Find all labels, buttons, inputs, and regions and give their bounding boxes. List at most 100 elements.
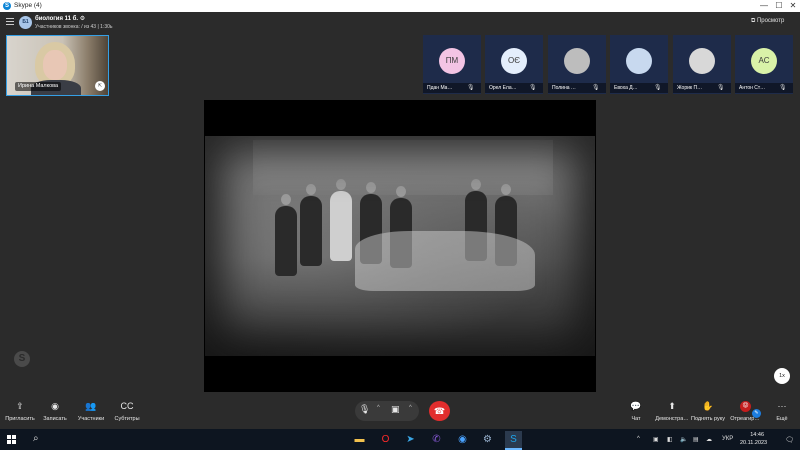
control-label: Субтитры bbox=[114, 416, 140, 422]
group-avatar[interactable]: Б1 bbox=[19, 16, 32, 29]
camera-options-chevron-icon[interactable]: ^ bbox=[409, 405, 412, 411]
microphone-icon: 🎙 bbox=[717, 85, 725, 91]
participant-tile[interactable]: ПМ Пдан Ма… 🎙 bbox=[423, 35, 481, 94]
self-video-tile[interactable]: Ирина Малкова ⇱ bbox=[6, 35, 109, 96]
participant-name-bar: Полина … 🎙 bbox=[548, 83, 606, 93]
participants-icon: 👥 bbox=[85, 401, 97, 411]
network-icon[interactable]: ▤ bbox=[693, 436, 699, 443]
picture-in-picture-icon[interactable]: ⇱ bbox=[95, 81, 105, 91]
call-subtitle: Участников звонка: / из 43 | 1:30ь bbox=[35, 24, 113, 30]
participant-name: Орел Ела… bbox=[489, 85, 517, 91]
more-button[interactable]: ··· Ещё bbox=[764, 401, 800, 422]
search-icon[interactable]: ⌕ bbox=[33, 433, 39, 444]
participant-name-bar: Антон Ст… 🎙 bbox=[735, 83, 793, 93]
invite-button[interactable]: ⇪ Пригласить bbox=[2, 401, 38, 422]
window-titlebar: S Skype (4) — ☐ ✕ bbox=[0, 0, 800, 12]
control-label: Пригласить bbox=[5, 416, 35, 422]
skype-watermark-icon: S bbox=[14, 351, 30, 367]
control-label: Ещё bbox=[776, 416, 788, 422]
more-icon: ··· bbox=[777, 401, 787, 411]
participant-name-bar: Жорик П… 🎙 bbox=[673, 83, 731, 93]
window-title: Skype (4) bbox=[14, 2, 42, 9]
participant-avatar bbox=[564, 48, 590, 74]
participant-name: Антон Ст… bbox=[739, 85, 766, 91]
taskbar-telegram-icon[interactable]: ➤ bbox=[402, 431, 419, 448]
participant-name-bar: Пдан Ма… 🎙 bbox=[423, 83, 481, 93]
tray-app-icon[interactable]: ▣ bbox=[653, 436, 659, 443]
participant-avatar: ПМ bbox=[439, 48, 465, 74]
chat-button[interactable]: 💬 Чат bbox=[618, 401, 654, 422]
reaction-emoji-icon[interactable]: 😡 bbox=[740, 401, 751, 412]
video-vignette bbox=[205, 136, 595, 356]
participant-avatar: АС bbox=[751, 48, 777, 74]
participant-name-bar: Орел Ела… 🎙 bbox=[485, 83, 543, 93]
taskbar-steam-icon[interactable]: ⚙ bbox=[479, 431, 496, 448]
mute-microphone-button[interactable]: 🎙 bbox=[359, 404, 370, 415]
share-button[interactable]: ⬆ Демонстра… bbox=[654, 401, 690, 422]
participant-tile[interactable]: Евоха Д… 🎙 bbox=[610, 35, 668, 94]
record-icon: ◉ bbox=[51, 401, 59, 411]
participant-name: Пдан Ма… bbox=[427, 85, 453, 91]
reaction-badge-icon: ✎ bbox=[752, 409, 761, 418]
microphone-icon: 🎙 bbox=[654, 85, 662, 91]
clock-date[interactable]: 20.11.2023 bbox=[740, 440, 767, 446]
microphone-icon: 🎙 bbox=[529, 85, 537, 91]
speaker-icon[interactable]: 🔈 bbox=[680, 436, 687, 443]
keyboard-language[interactable]: УКР bbox=[722, 436, 733, 442]
chat-icon: 💬 bbox=[630, 401, 642, 411]
microphone-icon: 🎙 bbox=[592, 85, 600, 91]
participant-tile[interactable]: Полина … 🎙 bbox=[548, 35, 606, 94]
raise-hand-icon: ✋ bbox=[702, 401, 714, 411]
close-button[interactable]: ✕ bbox=[786, 0, 800, 12]
tray-app-icon[interactable]: ◧ bbox=[667, 436, 673, 443]
participants-button[interactable]: 👥 Участники bbox=[73, 401, 109, 422]
participant-tile[interactable]: Жорик П… 🎙 bbox=[673, 35, 731, 94]
subtitles-icon: CC bbox=[120, 401, 134, 411]
menu-icon[interactable] bbox=[6, 18, 14, 27]
participant-name: Полина … bbox=[552, 85, 576, 91]
share-icon: ⬆ bbox=[668, 401, 676, 411]
participant-avatar bbox=[626, 48, 652, 74]
participant-avatar bbox=[689, 48, 715, 74]
taskbar-explorer-icon[interactable]: ▬ bbox=[351, 431, 368, 448]
participant-name: Жорик П… bbox=[677, 85, 703, 91]
camera-toggle-button[interactable]: ▣ bbox=[391, 404, 400, 415]
maximize-button[interactable]: ☐ bbox=[772, 0, 786, 12]
record-button[interactable]: ◉ Записать bbox=[37, 401, 73, 422]
notification-icon[interactable]: 🗨 bbox=[785, 436, 794, 444]
taskbar-skype-icon[interactable]: S bbox=[505, 431, 522, 450]
self-video-person-face bbox=[43, 50, 67, 80]
taskbar-viber-icon[interactable]: ✆ bbox=[428, 431, 445, 448]
participant-tile[interactable]: ОЄ Орел Ела… 🎙 bbox=[485, 35, 543, 94]
subtitles-button[interactable]: CC Субтитры bbox=[109, 401, 145, 422]
raise-hand-button[interactable]: ✋ Поднять руку bbox=[690, 401, 726, 422]
call-header bbox=[0, 12, 800, 34]
hang-up-button[interactable]: ☎ bbox=[429, 401, 450, 421]
call-title[interactable]: биология 11 б. ⚙ bbox=[35, 15, 85, 22]
cloud-icon[interactable]: ☁ bbox=[706, 436, 712, 443]
mic-options-chevron-icon[interactable]: ^ bbox=[377, 405, 380, 411]
playback-speed-button[interactable]: 1x bbox=[774, 368, 790, 384]
control-label: Поднять руку bbox=[691, 416, 725, 422]
preview-button[interactable]: ⧉ Просмотр bbox=[751, 18, 784, 25]
participant-name: Евоха Д… bbox=[614, 85, 638, 91]
taskbar-chrome-icon[interactable]: ◉ bbox=[454, 431, 471, 448]
participant-name-bar: Евоха Д… 🎙 bbox=[610, 83, 668, 93]
control-label: Записать bbox=[43, 416, 67, 422]
microphone-icon: 🎙 bbox=[467, 85, 475, 91]
control-label: Участники bbox=[77, 416, 105, 422]
participant-tile[interactable]: АС Антон Ст… 🎙 bbox=[735, 35, 793, 94]
windows-start-icon[interactable] bbox=[7, 435, 17, 445]
tray-chevron-icon[interactable]: ^ bbox=[637, 436, 640, 442]
control-label: Чат bbox=[631, 416, 641, 422]
clock-time[interactable]: 14:46 bbox=[744, 432, 764, 438]
shared-video-frame bbox=[205, 136, 595, 356]
skype-logo-icon: S bbox=[3, 2, 11, 10]
microphone-icon: 🎙 bbox=[779, 85, 787, 91]
self-name-label: Ирина Малкова bbox=[15, 82, 62, 91]
taskbar-opera-icon[interactable]: O bbox=[377, 431, 394, 448]
invite-icon: ⇪ bbox=[16, 401, 24, 411]
minimize-button[interactable]: — bbox=[757, 0, 771, 12]
participant-avatar: ОЄ bbox=[501, 48, 527, 74]
control-label: Демонстра… bbox=[655, 416, 689, 422]
